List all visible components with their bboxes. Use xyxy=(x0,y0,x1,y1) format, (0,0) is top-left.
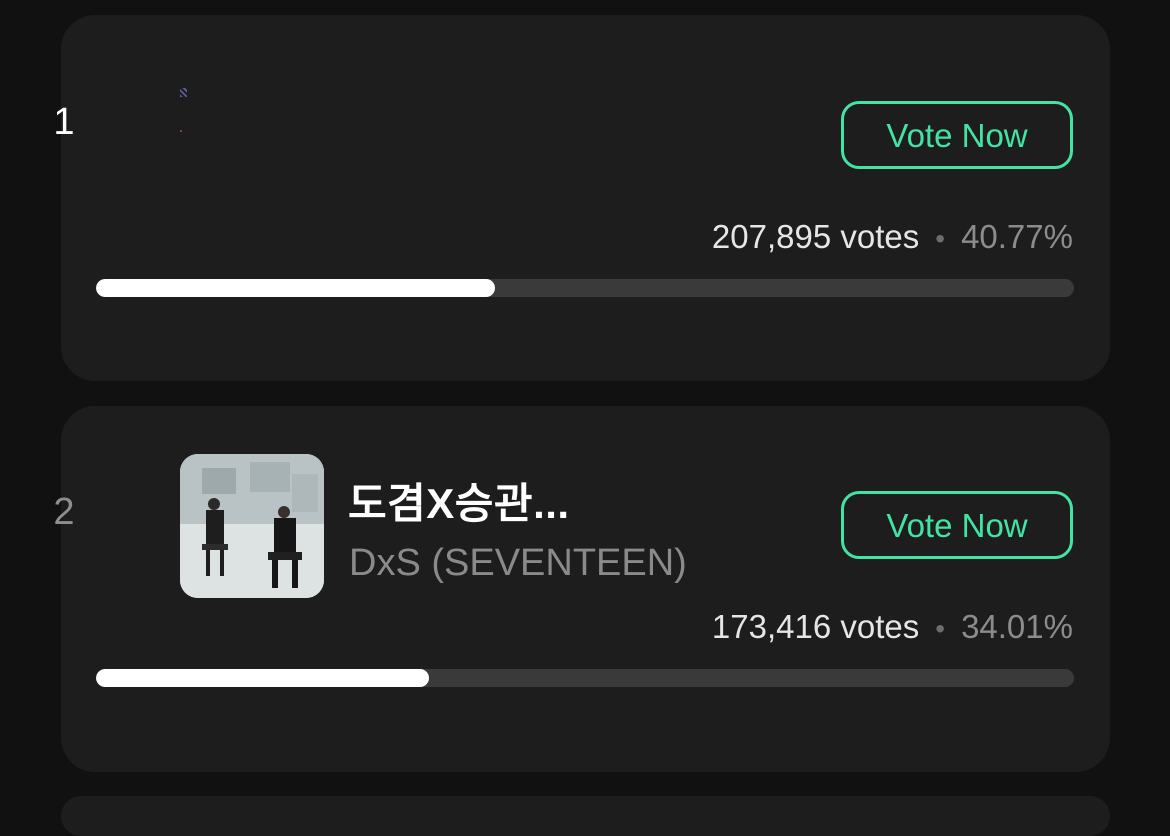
vote-progress-fill xyxy=(96,669,429,687)
artist-name: DxS (SEVENTEEN) xyxy=(349,542,687,584)
vote-now-button[interactable]: Vote Now xyxy=(841,491,1073,559)
vote-percentage: 40.77% xyxy=(961,218,1073,255)
vote-progress-fill xyxy=(96,279,495,297)
song-title: 도겸X승관... xyxy=(348,480,570,527)
rank-number: 2 xyxy=(53,491,75,533)
ranking-card-1 xyxy=(61,15,1110,381)
album-thumbnail[interactable] xyxy=(180,454,324,598)
vote-progress-bar xyxy=(96,279,1074,297)
vote-progress-bar xyxy=(96,669,1074,687)
separator-dot: • xyxy=(935,613,946,644)
vote-stats: 173,416 votes • 34.01% xyxy=(712,608,1073,646)
vote-percentage: 34.01% xyxy=(961,608,1073,645)
separator-dot: • xyxy=(935,223,946,254)
rank-number: 1 xyxy=(53,101,75,143)
vote-now-button[interactable]: Vote Now xyxy=(841,101,1073,169)
vote-stats: 207,895 votes • 40.77% xyxy=(712,218,1073,256)
vote-count: 207,895 votes xyxy=(711,218,920,255)
album-thumbnail-placeholder xyxy=(178,86,190,136)
vote-count: 173,416 votes xyxy=(711,608,920,645)
ranking-card-3 xyxy=(61,796,1110,836)
